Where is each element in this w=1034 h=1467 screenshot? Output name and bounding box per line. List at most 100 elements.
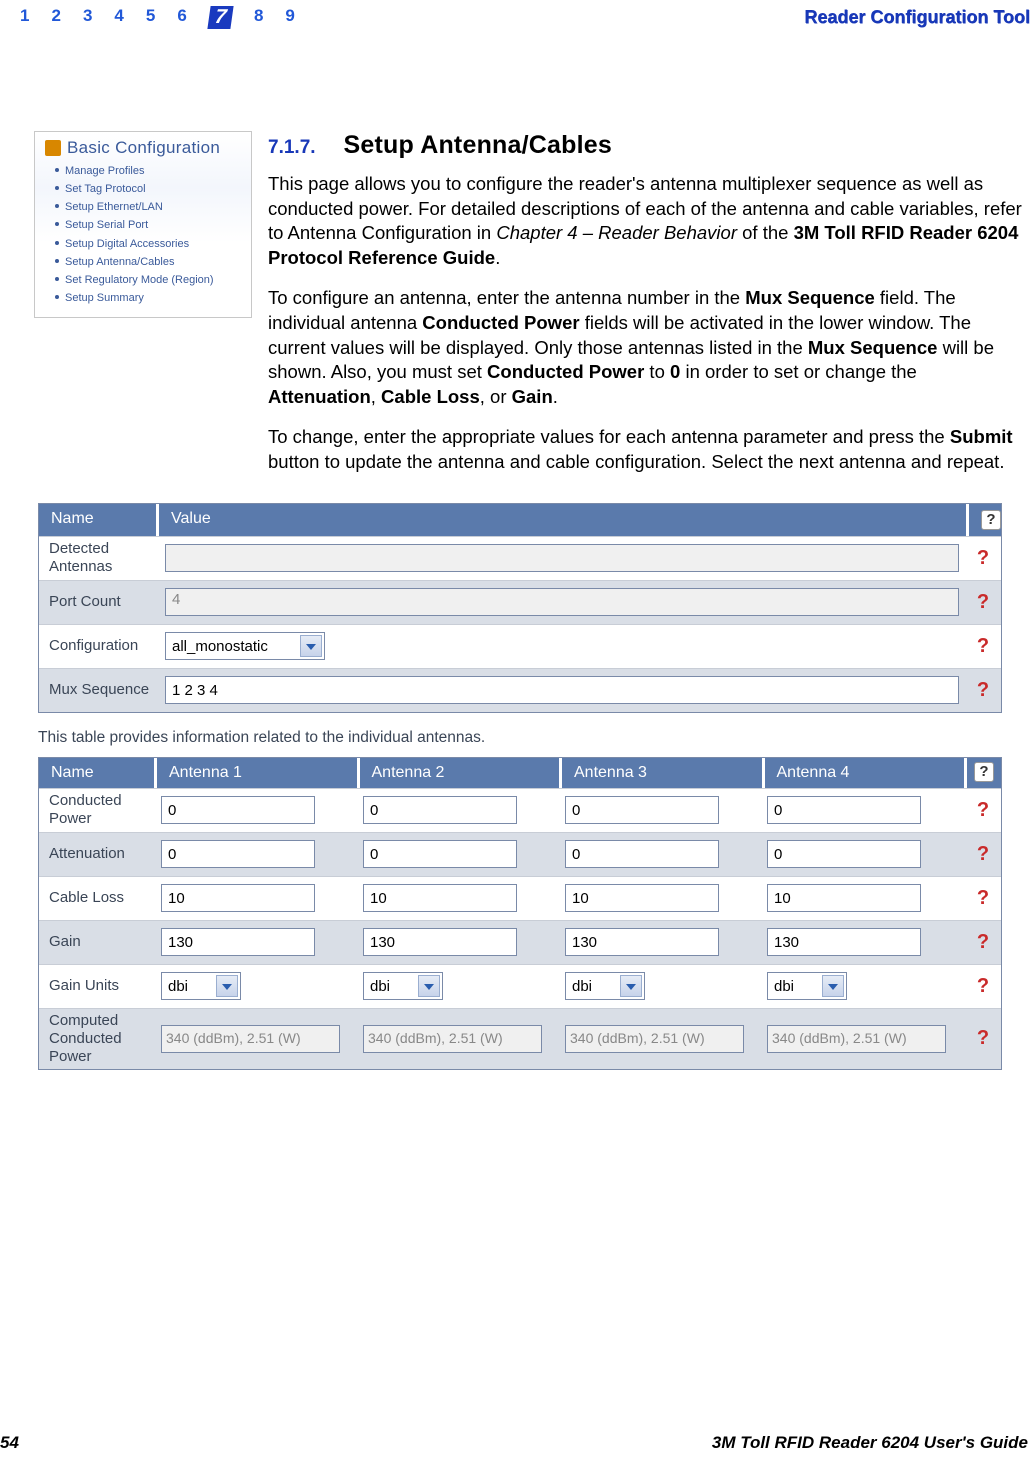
help-icon[interactable]: ? xyxy=(977,843,989,865)
row-label: Detected Antennas xyxy=(39,540,165,576)
help-icon[interactable]: ? xyxy=(977,975,989,997)
antenna-cell xyxy=(359,796,561,824)
readonly-input xyxy=(165,544,959,572)
antenna-cell: 340 (ddBm), 2.51 (W) xyxy=(157,1025,359,1053)
antenna-input[interactable] xyxy=(161,840,315,868)
gain-units-select[interactable]: dbi xyxy=(363,972,443,1000)
paragraph-3: To change, enter the appropriate values … xyxy=(268,425,1022,474)
antenna-table-header: Name Antenna 1Antenna 2Antenna 3Antenna … xyxy=(39,758,1001,788)
sidebar-list: Manage ProfilesSet Tag ProtocolSetup Eth… xyxy=(43,160,245,307)
antenna-input[interactable] xyxy=(565,796,719,824)
chapter-link-9[interactable]: 9 xyxy=(285,6,294,29)
help-icon[interactable]: ? xyxy=(977,799,989,821)
antenna-cell xyxy=(561,796,763,824)
config-row: Mux Sequence? xyxy=(39,668,1001,712)
sidebar-screenshot: Basic Configuration Manage ProfilesSet T… xyxy=(34,131,252,318)
sidebar-item[interactable]: Setup Ethernet/LAN xyxy=(65,198,245,216)
help-icon[interactable]: ? xyxy=(977,887,989,909)
help-icon[interactable]: ? xyxy=(977,931,989,953)
chapter-link-2[interactable]: 2 xyxy=(51,6,60,29)
row-value xyxy=(165,676,965,704)
chapter-link-5[interactable]: 5 xyxy=(146,6,155,29)
antenna-input[interactable] xyxy=(565,884,719,912)
chapter-navigation: 123456789 xyxy=(20,6,295,29)
antenna-row: Gain Unitsdbidbidbidbi? xyxy=(39,964,1001,1008)
row-label: Port Count xyxy=(39,593,165,611)
antenna-input[interactable] xyxy=(565,840,719,868)
help-icon[interactable]: ? xyxy=(977,1027,989,1049)
chapter-link-6[interactable]: 6 xyxy=(177,6,186,29)
chapter-link-4[interactable]: 4 xyxy=(114,6,123,29)
row-label: Gain xyxy=(39,933,157,951)
th-name: Name xyxy=(39,504,159,536)
chapter-link-3[interactable]: 3 xyxy=(83,6,92,29)
antenna-cell xyxy=(763,928,965,956)
help-icon[interactable]: ? xyxy=(977,635,989,657)
help-icon[interactable]: ? xyxy=(977,679,989,701)
sidebar-item[interactable]: Set Tag Protocol xyxy=(65,180,245,198)
row-label: Gain Units xyxy=(39,977,157,995)
mux-sequence-input[interactable] xyxy=(165,676,959,704)
antenna-col-header: Antenna 3 xyxy=(562,758,765,788)
antenna-input[interactable] xyxy=(363,840,517,868)
sidebar-item[interactable]: Setup Digital Accessories xyxy=(65,235,245,253)
antenna-input[interactable] xyxy=(767,840,921,868)
antenna-input[interactable] xyxy=(363,928,517,956)
antenna-input[interactable] xyxy=(565,928,719,956)
help-icon[interactable]: ? xyxy=(981,510,1001,530)
antenna-cell: dbi xyxy=(359,972,561,1000)
antenna-cell: 340 (ddBm), 2.51 (W) xyxy=(561,1025,763,1053)
chapter-link-1[interactable]: 1 xyxy=(20,6,29,29)
computed-power-readonly: 340 (ddBm), 2.51 (W) xyxy=(161,1025,340,1053)
antenna-input[interactable] xyxy=(363,884,517,912)
section-number: 7.1.7. xyxy=(268,137,316,159)
antenna-input[interactable] xyxy=(161,884,315,912)
chapter-link-8[interactable]: 8 xyxy=(254,6,263,29)
configuration-select[interactable]: all_monostatic xyxy=(165,632,325,660)
section-heading: 7.1.7. Setup Antenna/Cables xyxy=(268,131,1022,160)
gain-units-select[interactable]: dbi xyxy=(767,972,847,1000)
antenna-input[interactable] xyxy=(767,796,921,824)
antenna-cell: dbi xyxy=(561,972,763,1000)
paragraph-2: To configure an antenna, enter the anten… xyxy=(268,286,1022,409)
sidebar-item[interactable]: Set Regulatory Mode (Region) xyxy=(65,271,245,289)
row-value: all_monostatic xyxy=(165,632,965,660)
config-row: Port Count4? xyxy=(39,580,1001,624)
antenna-cell: 340 (ddBm), 2.51 (W) xyxy=(763,1025,965,1053)
ant-th-name: Name xyxy=(39,758,157,788)
antenna-col-header: Antenna 2 xyxy=(360,758,563,788)
antenna-cell: dbi xyxy=(157,972,359,1000)
antenna-col-header: Antenna 4 xyxy=(765,758,968,788)
antenna-cell xyxy=(561,928,763,956)
sidebar-item[interactable]: Setup Antenna/Cables xyxy=(65,253,245,271)
antenna-cell xyxy=(561,840,763,868)
content: Basic Configuration Manage ProfilesSet T… xyxy=(0,31,1034,491)
readonly-input: 4 xyxy=(165,588,959,616)
antenna-input[interactable] xyxy=(363,796,517,824)
antenna-cell xyxy=(359,840,561,868)
antenna-input[interactable] xyxy=(161,796,315,824)
help-icon[interactable]: ? xyxy=(977,547,989,569)
antenna-row: Gain? xyxy=(39,920,1001,964)
antenna-input[interactable] xyxy=(767,884,921,912)
row-label: Configuration xyxy=(39,637,165,655)
sidebar-title: Basic Configuration xyxy=(43,136,245,160)
antenna-cell: dbi xyxy=(763,972,965,1000)
antenna-cell xyxy=(763,840,965,868)
antenna-cell xyxy=(763,884,965,912)
chapter-link-7[interactable]: 7 xyxy=(207,6,233,29)
help-icon[interactable]: ? xyxy=(977,591,989,613)
antenna-row: Attenuation? xyxy=(39,832,1001,876)
computed-power-readonly: 340 (ddBm), 2.51 (W) xyxy=(767,1025,946,1053)
antenna-input[interactable] xyxy=(767,928,921,956)
computed-power-readonly: 340 (ddBm), 2.51 (W) xyxy=(565,1025,744,1053)
gain-units-select[interactable]: dbi xyxy=(161,972,241,1000)
antenna-input[interactable] xyxy=(161,928,315,956)
note-text: This table provides information related … xyxy=(38,729,1034,747)
help-icon[interactable]: ? xyxy=(974,762,994,782)
sidebar-item[interactable]: Setup Summary xyxy=(65,289,245,307)
gain-units-select[interactable]: dbi xyxy=(565,972,645,1000)
sidebar-item[interactable]: Manage Profiles xyxy=(65,162,245,180)
sidebar-item[interactable]: Setup Serial Port xyxy=(65,216,245,234)
antenna-table: Name Antenna 1Antenna 2Antenna 3Antenna … xyxy=(38,757,1002,1070)
